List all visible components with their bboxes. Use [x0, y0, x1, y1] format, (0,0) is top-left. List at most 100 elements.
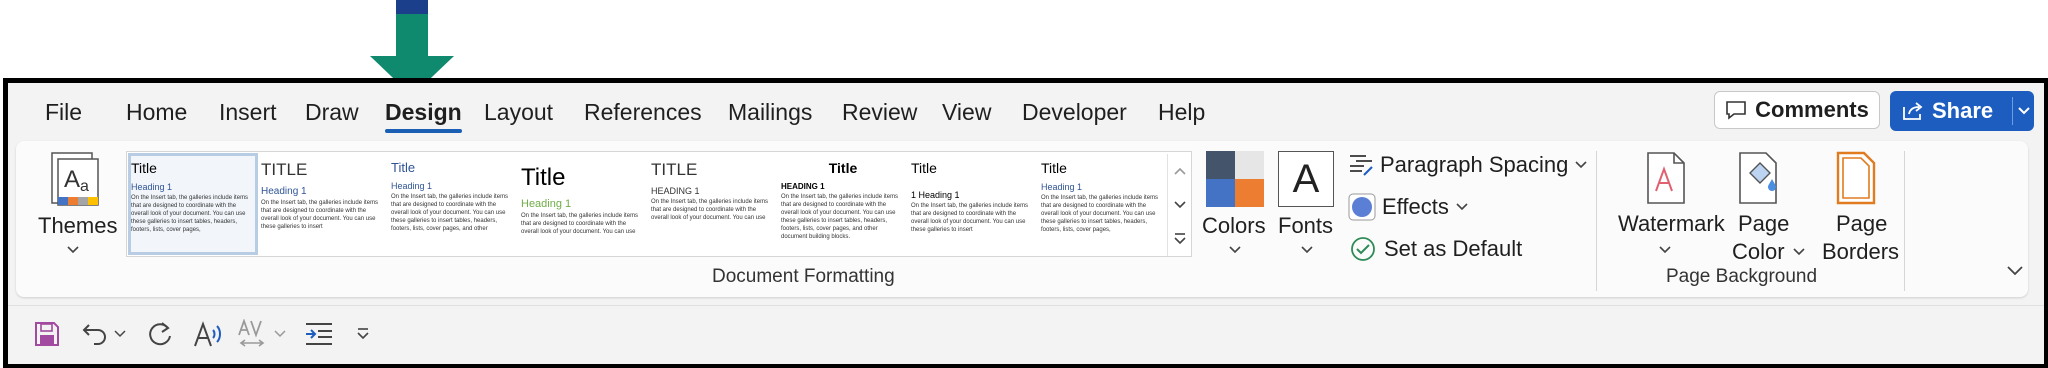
- save-button[interactable]: [32, 316, 62, 352]
- tab-design[interactable]: Design: [385, 99, 462, 133]
- set-as-default-label: Set as Default: [1384, 236, 1523, 261]
- paragraph-spacing-icon: [1350, 155, 1373, 176]
- page-borders-label-line1: Page: [1836, 211, 1888, 236]
- chevron-down-icon: [2017, 107, 2030, 115]
- themes-button[interactable]: A a Themes: [28, 147, 118, 267]
- checkmark-circle-icon: [1351, 237, 1375, 261]
- chevron-down-icon: [67, 246, 79, 254]
- character-spacing-icon: [238, 319, 265, 347]
- tab-bar: File Home Insert Draw Design Layout Refe…: [8, 83, 2044, 141]
- page-borders-icon: [1836, 151, 1876, 205]
- gallery-scroll-up-button[interactable]: [1167, 154, 1192, 188]
- style-set-gallery: Title Heading 1 On the Insert tab, the g…: [126, 151, 1192, 257]
- effects-button[interactable]: Effects: [1348, 191, 1469, 223]
- design-ribbon: A a Themes Title Heading 1 On the Insert…: [16, 141, 2028, 297]
- tab-draw[interactable]: Draw: [305, 99, 359, 126]
- style-set-item[interactable]: TITLE HEADING 1 On the Insert tab, the g…: [651, 156, 775, 252]
- read-aloud-button[interactable]: [192, 316, 226, 352]
- watermark-icon: [1647, 152, 1685, 204]
- style-set-item[interactable]: TITLE Heading 1 On the Insert tab, the g…: [261, 156, 385, 252]
- character-spacing-dropdown[interactable]: [272, 316, 288, 352]
- indent-button[interactable]: [302, 316, 336, 352]
- style-set-item[interactable]: Title Heading 1 On the Insert tab, the g…: [1041, 156, 1165, 252]
- paragraph-spacing-button[interactable]: Paragraph Spacing: [1348, 149, 1588, 181]
- page-color-label-line1: Page: [1738, 211, 1790, 236]
- customize-toolbar-button[interactable]: [352, 316, 374, 352]
- chevron-down-icon: [1659, 246, 1671, 254]
- style-set-item[interactable]: Title Heading 1 On the Insert tab, the g…: [521, 156, 645, 252]
- share-main-button[interactable]: Share: [1890, 91, 2012, 131]
- group-divider: [1596, 151, 1597, 291]
- set-as-default-button[interactable]: Set as Default: [1350, 233, 1522, 265]
- tab-review[interactable]: Review: [842, 99, 917, 126]
- character-spacing-button[interactable]: [236, 316, 270, 352]
- tab-view[interactable]: View: [942, 99, 991, 126]
- gallery-expand-icon: [1174, 233, 1186, 245]
- chevron-down-icon: [1301, 246, 1313, 254]
- collapse-ribbon-icon[interactable]: [2006, 265, 2024, 277]
- share-dropdown-button[interactable]: [2013, 91, 2034, 131]
- tab-help[interactable]: Help: [1158, 99, 1205, 126]
- page-borders-button[interactable]: Page Borders: [1816, 147, 1900, 267]
- chevron-down-icon: [1456, 203, 1468, 211]
- chevron-down-icon: [114, 330, 126, 338]
- tab-developer[interactable]: Developer: [1022, 99, 1127, 126]
- repeat-icon: [149, 322, 171, 346]
- style-set-item[interactable]: Title 1 Heading 1 On the Insert tab, the…: [911, 156, 1035, 252]
- tab-references[interactable]: References: [584, 99, 702, 126]
- tab-home[interactable]: Home: [126, 99, 187, 126]
- colors-button[interactable]: Colors: [1202, 147, 1272, 267]
- gallery-scroll-down-button[interactable]: [1167, 188, 1192, 222]
- redo-button[interactable]: [144, 316, 176, 352]
- quick-access-toolbar: [8, 305, 2044, 364]
- undo-dropdown-button[interactable]: [112, 316, 128, 352]
- svg-text:A: A: [64, 166, 80, 193]
- document-formatting-group-label: Document Formatting: [712, 266, 895, 287]
- chevron-down-icon: [1229, 246, 1241, 254]
- tab-file[interactable]: File: [45, 99, 82, 126]
- style-set-item[interactable]: Title HEADING 1 On the Insert tab, the g…: [781, 156, 905, 252]
- tab-insert[interactable]: Insert: [219, 99, 277, 126]
- style-set-item[interactable]: Title Heading 1 On the Insert tab, the g…: [128, 153, 258, 255]
- chevron-down-icon: [274, 330, 286, 338]
- themes-label: Themes: [38, 213, 118, 238]
- effects-label: Effects: [1382, 194, 1449, 219]
- fonts-label: Fonts: [1278, 213, 1334, 238]
- share-icon: [1903, 102, 1923, 120]
- comments-button[interactable]: Comments: [1714, 91, 1880, 129]
- share-label: Share: [1932, 98, 1994, 123]
- style-set-item[interactable]: Title Heading 1 On the Insert tab, the g…: [391, 156, 515, 252]
- comment-icon: [1726, 101, 1746, 120]
- paragraph-spacing-label: Paragraph Spacing: [1380, 152, 1569, 177]
- font-a-icon: A: [1278, 151, 1334, 207]
- page-color-button[interactable]: Page Color: [1718, 147, 1805, 267]
- effects-icon: [1348, 193, 1376, 221]
- page-color-icon: [1739, 152, 1777, 204]
- chevron-up-icon: [1174, 167, 1186, 175]
- watermark-button[interactable]: Watermark: [1606, 147, 1725, 267]
- colors-label: Colors: [1202, 213, 1266, 238]
- chevron-down-icon: [1174, 201, 1186, 209]
- tab-layout[interactable]: Layout: [484, 99, 553, 126]
- chevron-down-icon: [1793, 248, 1805, 256]
- undo-button[interactable]: [80, 316, 110, 352]
- gallery-more-button[interactable]: [1167, 222, 1192, 256]
- indent-icon: [306, 323, 332, 345]
- customize-icon: [357, 328, 369, 340]
- page-borders-label-line2: Borders: [1822, 239, 1900, 264]
- save-icon: [35, 322, 59, 346]
- page-color-label-line2: Color: [1732, 239, 1785, 264]
- share-button[interactable]: Share: [1890, 91, 2034, 131]
- color-swatch-icon: [1206, 151, 1264, 207]
- fonts-button[interactable]: A Fonts: [1274, 147, 1344, 267]
- group-divider: [1904, 151, 1905, 291]
- themes-icon: A a: [51, 152, 99, 206]
- page-background-group-label: Page Background: [1666, 266, 1818, 287]
- read-aloud-icon: [194, 321, 221, 347]
- watermark-label: Watermark: [1618, 211, 1725, 236]
- comments-label: Comments: [1755, 97, 1869, 122]
- tab-mailings[interactable]: Mailings: [728, 99, 812, 126]
- word-ribbon-frame: File Home Insert Draw Design Layout Refe…: [3, 78, 2048, 368]
- svg-text:a: a: [80, 178, 89, 195]
- undo-icon: [82, 324, 106, 345]
